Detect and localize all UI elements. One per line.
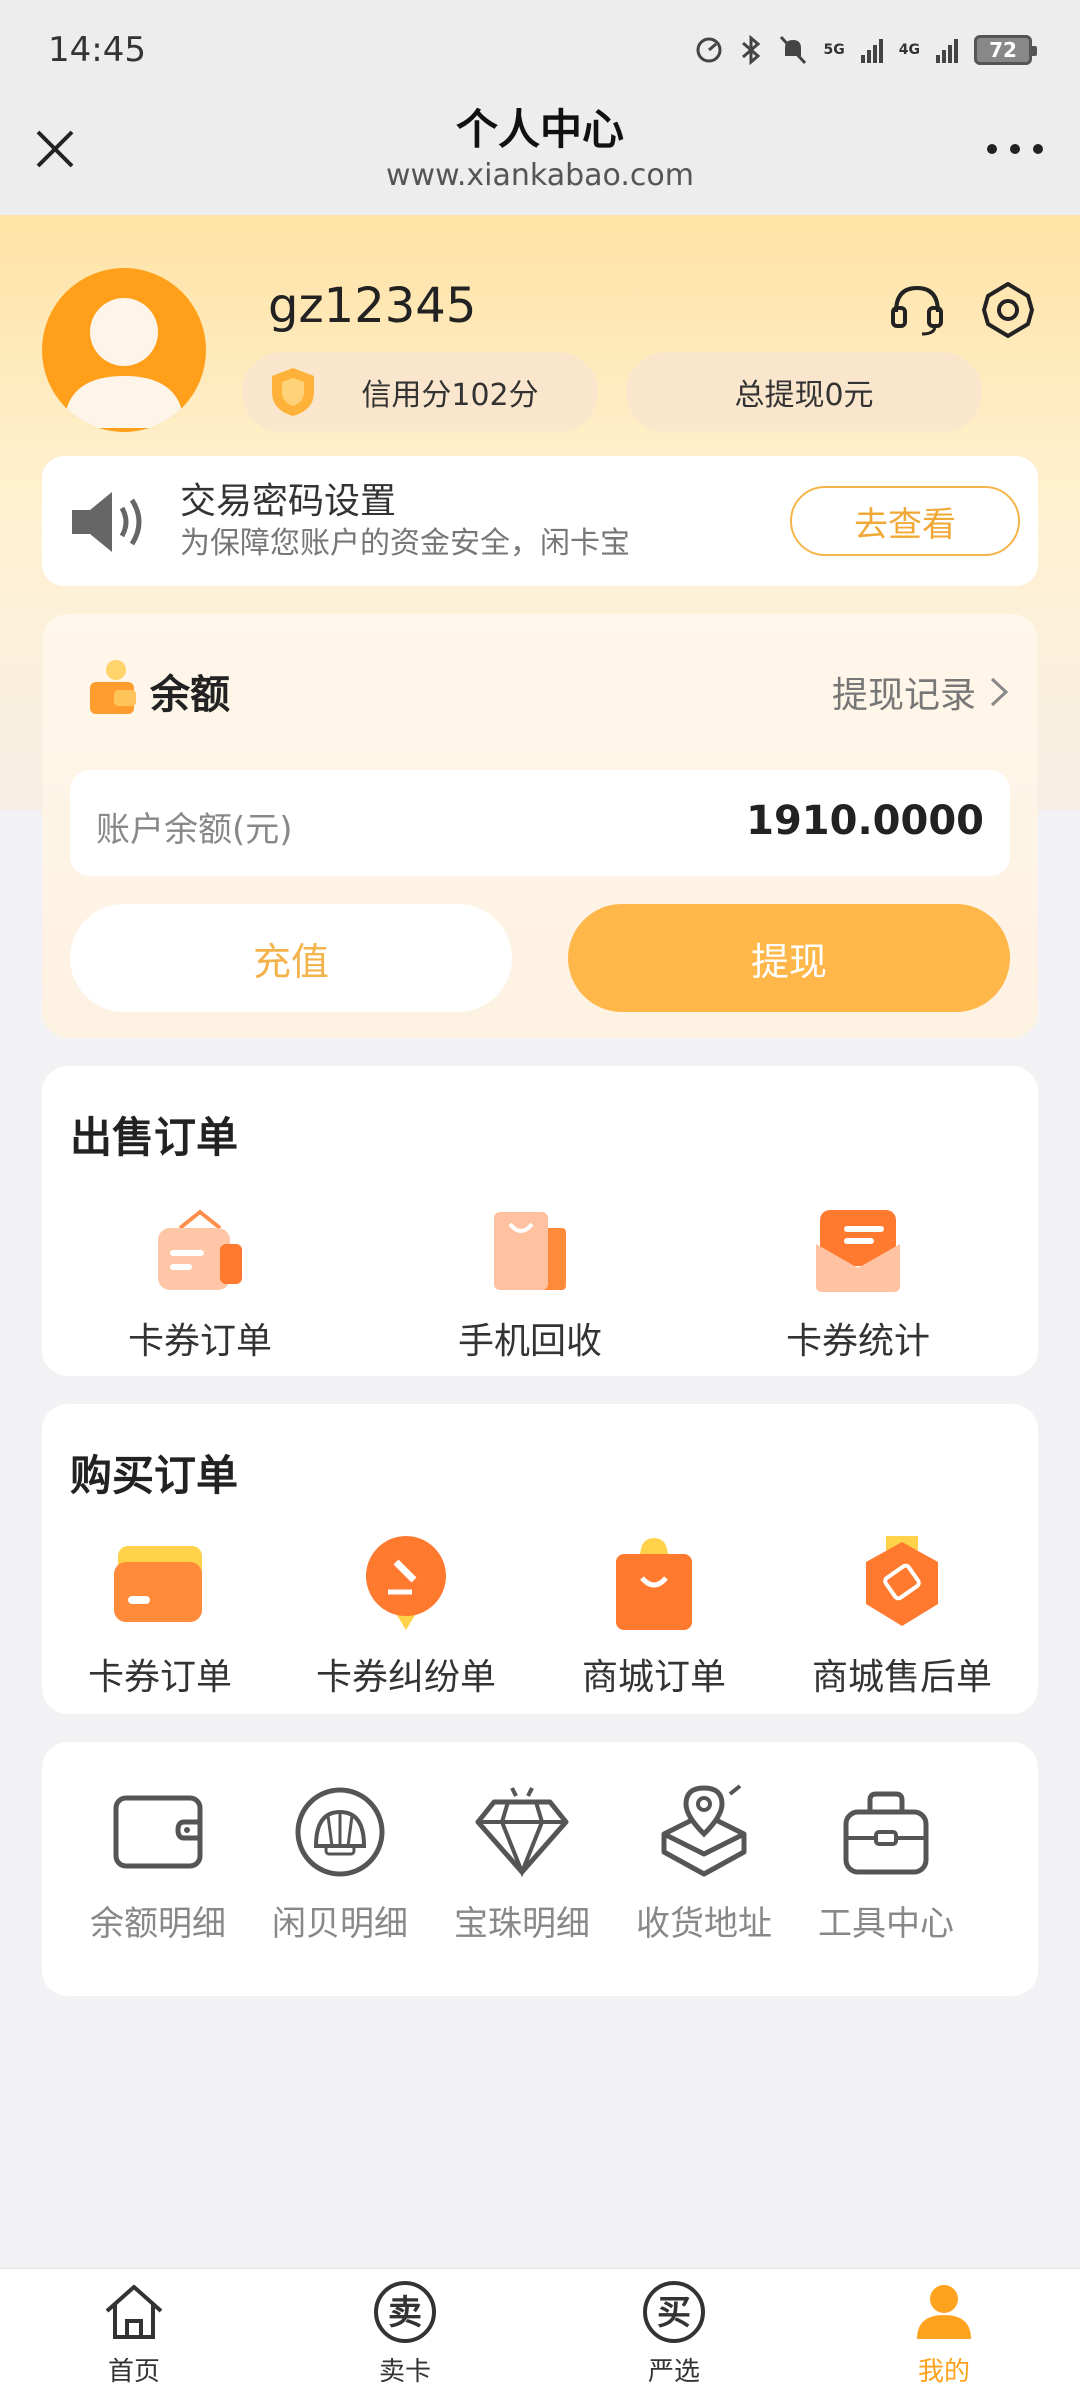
buy-mall-aftersales[interactable]: 商城售后单 — [802, 1534, 1002, 1700]
location-box-icon — [661, 1784, 747, 1877]
credit-score-pill[interactable]: 信用分102分 — [242, 352, 598, 432]
customer-service-icon[interactable] — [888, 280, 946, 338]
withdraw-record-label: 提现记录 — [831, 675, 976, 716]
settings-gear-icon[interactable] — [978, 280, 1038, 340]
card-icon — [114, 1546, 202, 1622]
sell-icon: 卖 — [374, 2281, 436, 2343]
view-button[interactable]: 去查看 — [790, 486, 1020, 556]
sell-phone-recycle-label: 手机回收 — [457, 1321, 602, 1362]
navbar: 个人中心 www.xiankabao.com — [0, 100, 1080, 215]
gavel-medal-icon — [366, 1536, 446, 1630]
toolbox-icon — [843, 1791, 929, 1875]
tab-sell-label: 卖卡 — [378, 2357, 431, 2387]
total-withdraw: 总提现0元 — [734, 378, 874, 413]
bluetooth-icon — [741, 34, 760, 66]
diamond-icon — [475, 1787, 569, 1878]
sell-card-orders-label: 卡券订单 — [127, 1321, 272, 1362]
notice-description: 为保障您账户的资金安全，闲卡宝 — [180, 526, 630, 561]
buy-card-disputes-label: 卡券纠纷单 — [315, 1657, 496, 1698]
sell-glyph: 卖 — [388, 2293, 422, 2333]
tag-badge-icon — [866, 1536, 938, 1626]
tab-sell[interactable]: 卖 卖卡 — [335, 2279, 475, 2388]
tab-mine-label: 我的 — [917, 2357, 970, 2387]
account-balance-box: 账户余额(元) 1910.0000 — [70, 770, 1010, 876]
balance-card: 余额 提现记录 账户余额(元) 1910.0000 充值 提现 — [42, 614, 1038, 1038]
bottom-tab-bar: 首页 卖 卖卡 买 严选 我的 — [0, 2268, 1080, 2400]
tool-balance-detail[interactable]: 余额明细 — [68, 1782, 248, 1945]
bag-card-icon — [158, 1209, 242, 1290]
tool-gem-detail[interactable]: 宝珠明细 — [432, 1782, 612, 1945]
buy-card-disputes[interactable]: 卡券纠纷单 — [306, 1534, 506, 1700]
withdraw-button[interactable]: 提现 — [568, 904, 1010, 1012]
tool-center-label: 工具中心 — [818, 1904, 954, 1944]
profile-icon — [917, 2285, 971, 2339]
speaker-icon — [72, 492, 142, 552]
more-icon[interactable] — [980, 124, 1050, 174]
tab-select-label: 严选 — [647, 2357, 700, 2387]
tool-shell-detail-label: 闲贝明细 — [272, 1904, 408, 1944]
smile-bag-icon — [616, 1538, 692, 1630]
tab-home[interactable]: 首页 — [64, 2279, 204, 2388]
account-balance-value: 1910.0000 — [746, 798, 984, 844]
shopping-bag-icon — [494, 1212, 566, 1290]
tool-shipping-address-label: 收货地址 — [636, 1904, 772, 1944]
tool-center[interactable]: 工具中心 — [796, 1782, 976, 1945]
withdraw-record-link[interactable]: 提现记录 — [832, 666, 1010, 718]
buy-card-orders-label: 卡券订单 — [87, 1657, 232, 1698]
net-label-2: 4G — [898, 42, 920, 58]
buy-glyph: 买 — [657, 2293, 691, 2333]
status-icons: 5G 4G 72 — [694, 34, 1037, 66]
buy-mall-aftersales-label: 商城售后单 — [811, 1657, 992, 1698]
signal-icon-2 — [936, 37, 958, 63]
status-bar: 14:45 5G 4G 72 — [0, 0, 1080, 100]
total-withdraw-pill[interactable]: 总提现0元 — [626, 352, 982, 432]
buy-orders-card: 购买订单 卡券订单 卡券纠纷单 商城订单 商城售后单 — [42, 1404, 1038, 1714]
buy-mall-orders[interactable]: 商城订单 — [554, 1534, 754, 1700]
buy-icon: 买 — [643, 2281, 705, 2343]
notice-banner: 交易密码设置 为保障您账户的资金安全，闲卡宝 去查看 — [42, 456, 1038, 586]
home-icon — [105, 2285, 163, 2339]
shell-icon — [295, 1787, 385, 1877]
tool-shipping-address[interactable]: 收货地址 — [614, 1782, 794, 1945]
mute-bell-icon — [779, 35, 806, 65]
balance-title: 余额 — [150, 672, 230, 718]
page-url: www.xiankabao.com — [386, 158, 694, 193]
tool-gem-detail-label: 宝珠明细 — [454, 1904, 590, 1944]
tool-shell-detail[interactable]: 闲贝明细 — [250, 1782, 430, 1945]
coin-wallet-icon — [90, 660, 136, 714]
tools-card: 余额明细 闲贝明细 宝珠明细 收货地址 工具中心 — [42, 1742, 1038, 1996]
tab-mine[interactable]: 我的 — [874, 2279, 1014, 2388]
envelope-icon — [816, 1210, 900, 1292]
sell-orders-title: 出售订单 — [70, 1113, 239, 1162]
status-time: 14:45 — [48, 30, 146, 70]
sell-orders-card: 出售订单 卡券订单 手机回收 卡券统计 — [42, 1066, 1038, 1376]
signal-icon — [860, 37, 883, 63]
buy-card-orders[interactable]: 卡券订单 — [60, 1534, 260, 1700]
wallet-icon — [113, 1795, 203, 1869]
page-title: 个人中心 — [455, 105, 624, 154]
recharge-button[interactable]: 充值 — [70, 904, 512, 1012]
notice-title: 交易密码设置 — [180, 481, 397, 522]
sell-card-stats[interactable]: 卡券统计 — [758, 1198, 958, 1364]
sell-card-stats-label: 卡券统计 — [785, 1321, 930, 1362]
tool-balance-detail-label: 余额明细 — [90, 1904, 226, 1944]
tab-home-label: 首页 — [107, 2357, 160, 2387]
tab-select[interactable]: 买 严选 — [604, 2279, 744, 2388]
sell-card-orders[interactable]: 卡券订单 — [100, 1198, 300, 1364]
buy-orders-title: 购买订单 — [70, 1451, 239, 1500]
battery-icon: 72 — [974, 35, 1037, 65]
account-balance-label: 账户余额(元) — [96, 810, 293, 850]
net-label-1: 5G — [823, 42, 845, 58]
avatar-person-icon — [64, 298, 184, 428]
buy-mall-orders-label: 商城订单 — [581, 1657, 726, 1698]
data-speed-icon — [696, 37, 722, 63]
credit-score: 信用分102分 — [361, 378, 539, 413]
username: gz12345 — [268, 278, 477, 334]
avatar[interactable] — [42, 268, 206, 432]
shield-icon — [272, 368, 314, 416]
chevron-right-icon — [990, 677, 1009, 707]
sell-phone-recycle[interactable]: 手机回收 — [430, 1198, 630, 1364]
